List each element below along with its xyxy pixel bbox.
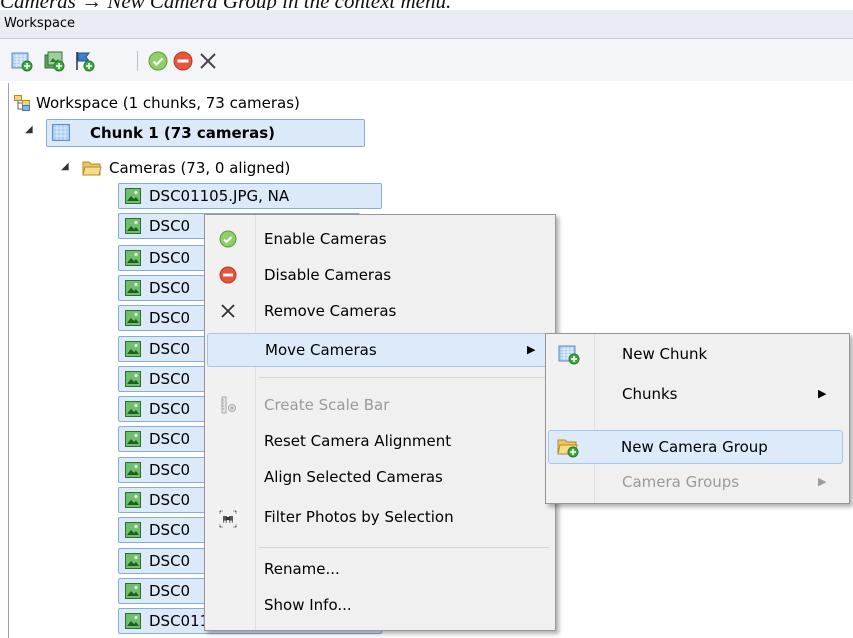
submenu-arrow-icon: ▶ xyxy=(818,387,827,400)
photo-icon xyxy=(125,462,141,478)
remove-x-icon[interactable] xyxy=(197,50,219,72)
menu-item-label: Rename... xyxy=(264,560,340,578)
camera-label: DSC0 xyxy=(149,400,191,418)
camera-label: DSC0 xyxy=(149,279,191,297)
photo-icon xyxy=(125,341,141,357)
photo-icon xyxy=(125,280,141,296)
workspace-icon xyxy=(14,95,30,111)
menu-item-rename[interactable]: Rename... xyxy=(207,553,551,585)
submenu-arrow-icon: ▶ xyxy=(818,475,827,488)
photo-icon xyxy=(125,492,141,508)
workspace-label: Workspace (1 chunks, 73 cameras) xyxy=(36,94,300,112)
camera-row[interactable]: DSC01105.JPG, NA xyxy=(118,183,382,209)
photo-icon xyxy=(125,401,141,417)
photo-icon xyxy=(125,250,141,266)
camera-label: DSC01105.JPG, NA xyxy=(149,187,290,205)
photo-icon xyxy=(125,613,141,629)
menu-item-label: Reset Camera Alignment xyxy=(264,432,452,450)
submenu-item-camera-groups: Camera Groups ▶ xyxy=(548,466,845,498)
photo-icon xyxy=(125,371,141,387)
menu-item-label: Remove Cameras xyxy=(264,302,397,320)
photo-icon xyxy=(125,553,141,569)
cameras-expand-icon[interactable]: ◢ xyxy=(61,161,69,172)
menu-item-disable-cameras[interactable]: Disable Cameras xyxy=(207,259,551,291)
camera-label: DSC0 xyxy=(149,249,191,267)
menu-item-label: Align Selected Cameras xyxy=(264,468,443,486)
menu-item-show-info[interactable]: Show Info... xyxy=(207,589,551,621)
submenu-item-label: New Chunk xyxy=(622,345,708,363)
submenu-item-chunks[interactable]: Chunks ▶ xyxy=(548,378,845,410)
chunk-expand-icon[interactable]: ◢ xyxy=(25,124,33,135)
photo-icon xyxy=(125,431,141,447)
submenu-arrow-icon: ▶ xyxy=(527,343,536,356)
photo-icon xyxy=(125,583,141,599)
menu-item-label: Filter Photos by Selection xyxy=(264,508,454,526)
menu-item-label: Show Info... xyxy=(264,596,352,614)
camera-label: DSC0 xyxy=(149,370,191,388)
menu-item-label: Move Cameras xyxy=(265,341,377,359)
add-photos-icon[interactable] xyxy=(43,50,65,72)
menu-item-label: Enable Cameras xyxy=(264,230,387,248)
disable-minus-icon[interactable] xyxy=(172,50,194,72)
minus-icon xyxy=(219,266,237,284)
add-chunk-icon[interactable] xyxy=(11,50,33,72)
move-cameras-submenu: New Chunk Chunks ▶ New Camera Group Came… xyxy=(545,333,850,504)
camera-label: DSC0 xyxy=(149,582,191,600)
submenu-item-new-chunk[interactable]: New Chunk xyxy=(548,338,845,370)
workspace-panel-title: Workspace xyxy=(0,10,853,39)
workspace-toolbar xyxy=(0,39,853,81)
toolbar-separator xyxy=(137,51,138,71)
camera-label: DSC0 xyxy=(149,430,191,448)
camera-label: DSC0 xyxy=(149,491,191,509)
menu-item-reset-camera-alignment[interactable]: Reset Camera Alignment xyxy=(207,425,551,457)
menu-separator xyxy=(259,377,549,378)
menu-item-remove-cameras[interactable]: Remove Cameras xyxy=(207,295,551,327)
check-icon xyxy=(219,230,237,248)
new-folder-icon xyxy=(557,439,579,458)
menu-item-enable-cameras[interactable]: Enable Cameras xyxy=(207,223,551,255)
enable-check-icon[interactable] xyxy=(147,50,169,72)
new-chunk-icon xyxy=(558,345,580,365)
submenu-item-label: New Camera Group xyxy=(621,438,768,456)
chunk-label: Chunk 1 (73 cameras) xyxy=(90,124,275,142)
submenu-item-new-camera-group[interactable]: New Camera Group xyxy=(548,430,843,464)
camera-label: DSC0 xyxy=(149,309,191,327)
camera-label: DSC0 xyxy=(149,461,191,479)
menu-item-move-cameras[interactable]: Move Cameras ▶ xyxy=(207,333,551,367)
scale-bar-icon xyxy=(221,396,236,414)
menu-item-align-selected-cameras[interactable]: Align Selected Cameras xyxy=(207,461,551,493)
photo-icon xyxy=(125,310,141,326)
menu-item-create-scale-bar: Create Scale Bar xyxy=(207,389,551,421)
camera-label: DSC0 xyxy=(149,217,191,235)
x-icon xyxy=(221,304,235,318)
folder-icon xyxy=(82,161,102,176)
panel-title-label: Workspace xyxy=(4,16,76,31)
cameras-label: Cameras (73, 0 aligned) xyxy=(109,159,291,177)
photo-icon xyxy=(125,522,141,538)
chunk-icon xyxy=(52,124,70,141)
photo-icon xyxy=(125,188,141,204)
menu-separator xyxy=(259,547,549,548)
camera-label: DSC0 xyxy=(149,521,191,539)
binoculars-icon xyxy=(219,510,237,528)
submenu-item-label: Chunks xyxy=(622,385,678,403)
context-menu: Enable Cameras Disable Cameras Remove Ca… xyxy=(204,214,556,631)
add-markers-icon[interactable] xyxy=(73,50,95,72)
photo-icon xyxy=(125,218,141,234)
menu-item-label: Create Scale Bar xyxy=(264,396,390,414)
menu-item-filter-photos-by-selection[interactable]: Filter Photos by Selection xyxy=(207,501,551,533)
camera-label: DSC0 xyxy=(149,340,191,358)
camera-label: DSC0 xyxy=(149,552,191,570)
submenu-item-label: Camera Groups xyxy=(622,473,740,491)
menu-item-label: Disable Cameras xyxy=(264,266,392,284)
tree-item-chunk[interactable]: Chunk 1 (73 cameras) xyxy=(46,119,365,147)
